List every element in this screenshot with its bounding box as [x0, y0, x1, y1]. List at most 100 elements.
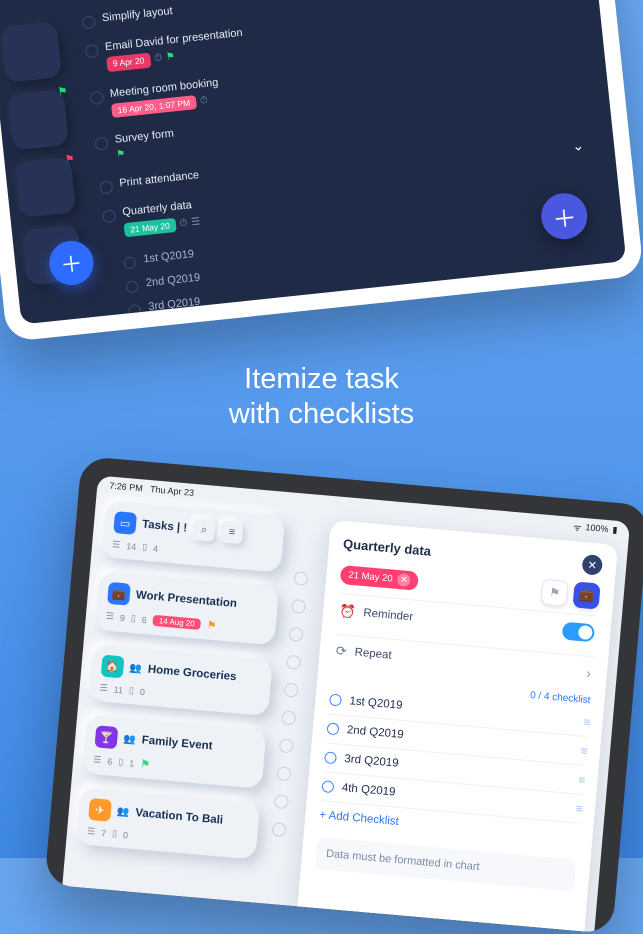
battery-icon: ▮ [612, 524, 618, 535]
checkbox[interactable] [324, 751, 337, 764]
count-notes: 4 [153, 543, 159, 553]
flag-button[interactable]: ⚑ [541, 579, 569, 607]
project-title: Family Event [141, 734, 213, 752]
clock-icon: ⏱ [199, 95, 208, 108]
alarm-icon: ⏰ [339, 603, 357, 620]
dark-tablet: ⚑ ⚑ ＋ Simplify layoutEmail David for pre… [0, 0, 643, 342]
flag-icon: ⚑ [64, 152, 75, 166]
light-app: 7:26 PM Thu Apr 23 ᯤ 100% ▮ ▭Tasks | !⌕≡… [62, 475, 630, 932]
checkbox[interactable] [321, 780, 334, 793]
chevron-right-icon: › [585, 665, 591, 681]
count-notes: 0 [139, 686, 145, 696]
headline: Itemize task with checklists [0, 362, 643, 432]
drag-handle-icon[interactable]: ≡ [580, 744, 586, 758]
flag-icon: ⚑ [206, 619, 217, 633]
clear-date-icon[interactable]: ✕ [397, 573, 411, 587]
page-icon: ▯ [118, 756, 124, 767]
page-icon: ▯ [129, 685, 135, 696]
count-tasks: 6 [107, 756, 113, 766]
project-card[interactable]: 💼Work Presentation☰9▯614 Aug 20⚑ [95, 571, 279, 645]
sidebar-tile[interactable]: ⚑ [8, 89, 70, 151]
drag-handle-icon[interactable]: ≡ [578, 773, 584, 787]
project-icon: 💼 [107, 582, 131, 606]
due-date-text: 21 May 20 [348, 569, 393, 584]
count-tasks: 14 [126, 541, 137, 552]
people-icon: 👥 [117, 806, 130, 818]
project-card[interactable]: 🏠👥Home Groceries☰11▯0 [89, 644, 273, 716]
flag-icon: ⚑ [165, 52, 175, 65]
task-detail-sheet: Quarterly data ✕ 21 May 20 ✕ ⚑ 💼 [297, 520, 618, 932]
date-badge: 21 May 20 [124, 217, 177, 237]
project-icon: 🏠 [101, 655, 125, 679]
sidebar-tile[interactable]: ⚑ [15, 157, 77, 219]
date-badge: 14 Aug 20 [152, 615, 201, 630]
flag-icon: ⚑ [140, 757, 151, 771]
checklist: 1st Q2019 ≡ 2nd Q2019 ≡ 3rd Q2019 ≡ 4th Q2019 ≡ [321, 686, 590, 824]
repeat-label: Repeat [354, 647, 392, 662]
chevron-down-icon[interactable]: ⌄ [571, 137, 584, 155]
flag-icon: ⚑ [549, 585, 561, 600]
task-circle[interactable] [274, 794, 289, 809]
task-circle[interactable] [293, 571, 308, 586]
project-icon: ✈ [88, 798, 112, 822]
task-circle[interactable] [271, 822, 286, 837]
due-date-chip[interactable]: 21 May 20 ✕ [340, 565, 420, 591]
project-card[interactable]: ✈👥Vacation To Bali☰7▯0 [76, 787, 260, 859]
list-icon: ☰ [105, 611, 114, 623]
project-title: Tasks | ! [142, 519, 188, 535]
project-title: Home Groceries [147, 664, 237, 684]
sidebar-tile[interactable] [0, 21, 62, 83]
search-button[interactable]: ⌕ [192, 518, 216, 542]
flag-icon: ⚑ [116, 149, 126, 162]
sheet-title: Quarterly data [343, 536, 432, 559]
clock-icon: ⏱ [179, 217, 188, 230]
task-circle[interactable] [291, 599, 306, 614]
light-tablet: 7:26 PM Thu Apr 23 ᯤ 100% ▮ ▭Tasks | !⌕≡… [44, 456, 643, 934]
task-circle[interactable] [284, 683, 299, 698]
plus-icon: ＋ [550, 198, 578, 235]
task-circle[interactable] [276, 766, 291, 781]
project-card[interactable]: ▭Tasks | !⌕≡☰14▯4 [101, 500, 285, 572]
drag-handle-icon[interactable]: ≡ [583, 715, 589, 729]
dark-app: ⚑ ⚑ ＋ Simplify layoutEmail David for pre… [0, 0, 626, 325]
headline-line1: Itemize task [0, 362, 643, 397]
search-icon: ⌕ [200, 523, 207, 536]
count-tasks: 11 [113, 684, 123, 695]
sort-button[interactable]: ≡ [220, 520, 244, 544]
task-circle[interactable] [289, 627, 304, 642]
checklist-item-label: 3rd Q2019 [344, 753, 399, 770]
drag-handle-icon[interactable]: ≡ [575, 801, 581, 815]
checklist-item-label: 2nd Q2019 [346, 724, 404, 741]
clock-icon: ⏱ [154, 53, 163, 66]
checkbox[interactable] [326, 722, 339, 735]
checklist-item-label: 4th Q2019 [341, 782, 396, 799]
headline-line2: with checklists [0, 397, 643, 432]
count-tasks: 7 [101, 828, 107, 838]
checkbox[interactable] [329, 694, 342, 707]
plus-icon: ＋ [59, 246, 84, 280]
wifi-icon: ᯤ [573, 520, 582, 534]
list-icon: ☰ [93, 754, 102, 766]
checklist-item-label: 1st Q2019 [349, 695, 403, 712]
date-badge: 9 Apr 20 [106, 53, 151, 72]
count-tasks: 9 [120, 612, 126, 622]
reminder-toggle[interactable] [562, 622, 595, 643]
close-button[interactable]: ✕ [581, 554, 603, 576]
project-card[interactable]: 🍸👥Family Event☰6▯1⚑ [82, 714, 266, 788]
list-icon: ☰ [191, 216, 201, 229]
project-button[interactable]: 💼 [572, 581, 600, 609]
list-icon: ☰ [112, 539, 121, 551]
reminder-label: Reminder [363, 607, 414, 623]
task-circle[interactable] [281, 710, 296, 725]
count-notes: 0 [123, 830, 129, 840]
list-icon: ☰ [87, 826, 96, 838]
task-circle[interactable] [286, 655, 301, 670]
close-icon: ✕ [587, 558, 597, 572]
task-circle[interactable] [279, 738, 294, 753]
status-time: 7:26 PM Thu Apr 23 [109, 481, 194, 498]
project-title: Work Presentation [135, 589, 237, 610]
list-icon: ☰ [99, 682, 108, 694]
battery-text: 100% [585, 522, 609, 534]
project-icon: 🍸 [94, 725, 118, 749]
project-title: Vacation To Bali [135, 807, 224, 827]
